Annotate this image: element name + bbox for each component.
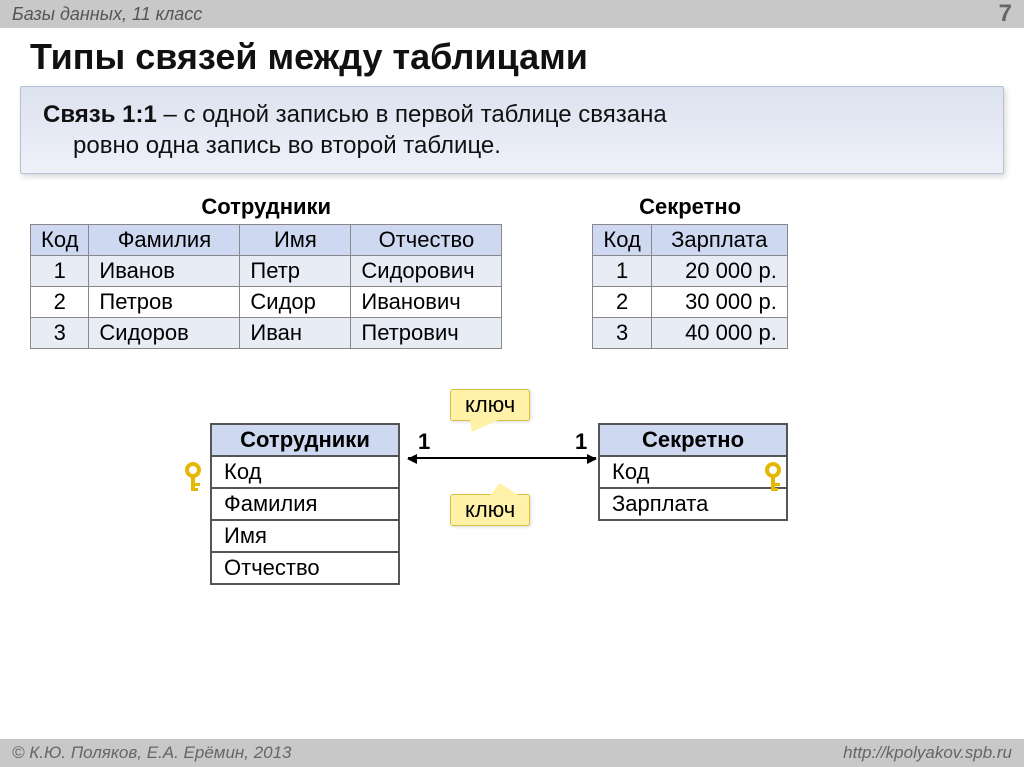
table-row: 2 30 000 р. bbox=[593, 287, 787, 318]
definition-box: Связь 1:1 – с одной записью в первой таб… bbox=[20, 86, 1004, 174]
table-row: 3 Сидоров Иван Петрович bbox=[31, 318, 502, 349]
schema-field: Отчество bbox=[211, 552, 399, 584]
copyright: © К.Ю. Поляков, Е.А. Ерёмин, 2013 bbox=[12, 743, 292, 763]
schema-employees: Сотрудники Код Фамилия Имя Отчество bbox=[210, 423, 400, 585]
page-title: Типы связей между таблицами bbox=[0, 28, 1024, 86]
schema-field: Фамилия bbox=[211, 488, 399, 520]
relation-line bbox=[408, 457, 596, 459]
definition-line2: ровно одна запись во второй таблице. bbox=[43, 130, 981, 161]
key-callout-top: ключ bbox=[450, 389, 530, 421]
secret-caption: Секретно bbox=[592, 194, 787, 220]
tables-row: Сотрудники Код Фамилия Имя Отчество 1 Ив… bbox=[0, 174, 1024, 349]
top-bar: Базы данных, 11 класс 7 bbox=[0, 0, 1024, 28]
footer-url: http://kpolyakov.spb.ru bbox=[843, 743, 1012, 763]
schema-left-title: Сотрудники bbox=[211, 424, 399, 456]
table-row: 1 Иванов Петр Сидорович bbox=[31, 256, 502, 287]
th-salary: Зарплата bbox=[651, 225, 787, 256]
key-callout-bottom: ключ bbox=[450, 494, 530, 526]
th-code: Код bbox=[593, 225, 651, 256]
employees-table: Код Фамилия Имя Отчество 1 Иванов Петр С… bbox=[30, 224, 502, 349]
th-lastname: Фамилия bbox=[89, 225, 240, 256]
definition-term: Связь 1:1 bbox=[43, 101, 157, 128]
th-code: Код bbox=[31, 225, 89, 256]
key-icon bbox=[180, 462, 206, 499]
th-patronymic: Отчество bbox=[351, 225, 502, 256]
table-row: 1 20 000 р. bbox=[593, 256, 787, 287]
table-row: 2 Петров Сидор Иванович bbox=[31, 287, 502, 318]
schema-right-title: Секретно bbox=[599, 424, 787, 456]
cardinality-left: 1 bbox=[418, 429, 430, 455]
schema-field: Имя bbox=[211, 520, 399, 552]
schema-area: ключ Сотрудники Код Фамилия Имя Отчество… bbox=[0, 389, 1024, 649]
schema-field: Код bbox=[211, 456, 399, 488]
slide-number: 7 bbox=[999, 0, 1012, 28]
schema-field: Код bbox=[599, 456, 787, 488]
table-row: 3 40 000 р. bbox=[593, 318, 787, 349]
secret-table: Код Зарплата 1 20 000 р. 2 30 000 р. 3 4… bbox=[592, 224, 787, 349]
employees-table-wrap: Сотрудники Код Фамилия Имя Отчество 1 Ив… bbox=[30, 194, 502, 349]
cardinality-right: 1 bbox=[575, 429, 587, 455]
th-firstname: Имя bbox=[240, 225, 351, 256]
employees-caption: Сотрудники bbox=[30, 194, 502, 220]
breadcrumb: Базы данных, 11 класс bbox=[12, 4, 202, 25]
bottom-bar: © К.Ю. Поляков, Е.А. Ерёмин, 2013 http:/… bbox=[0, 739, 1024, 767]
schema-field: Зарплата bbox=[599, 488, 787, 520]
definition-line1: – с одной записью в первой таблице связа… bbox=[157, 101, 667, 128]
secret-table-wrap: Секретно Код Зарплата 1 20 000 р. 2 30 0… bbox=[592, 194, 787, 349]
key-icon bbox=[760, 462, 786, 499]
